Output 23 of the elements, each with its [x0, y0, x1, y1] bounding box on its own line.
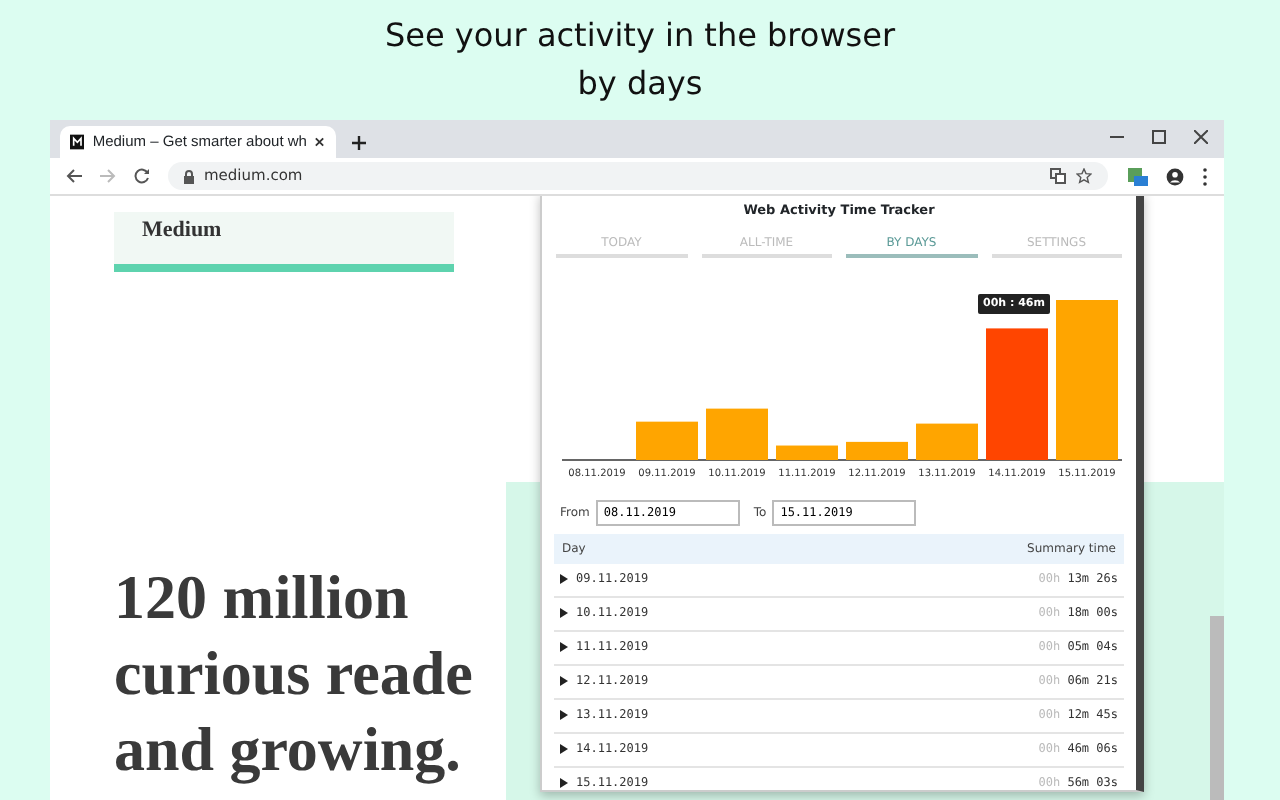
- close-icon[interactable]: [1194, 129, 1208, 143]
- close-icon[interactable]: [314, 136, 326, 148]
- expand-icon[interactable]: [560, 574, 568, 585]
- site-logo: Medium: [114, 212, 454, 272]
- profile-icon[interactable]: [1166, 167, 1184, 185]
- expand-icon[interactable]: [560, 608, 568, 619]
- caption: See your activity in the browser by days: [382, 14, 898, 106]
- extension-icon[interactable]: [1126, 165, 1148, 187]
- lock-icon: [184, 169, 194, 183]
- expand-icon[interactable]: [560, 642, 568, 653]
- maximize-icon[interactable]: [1152, 129, 1166, 143]
- headline: 120 million curious reade and growing.: [114, 560, 473, 788]
- menu-icon[interactable]: [1202, 167, 1208, 185]
- reload-icon[interactable]: [134, 168, 150, 184]
- back-icon[interactable]: [66, 168, 82, 184]
- scrollbar[interactable]: [1210, 616, 1224, 800]
- star-icon[interactable]: [1076, 168, 1092, 184]
- expand-icon[interactable]: [560, 676, 568, 687]
- expand-icon[interactable]: [560, 744, 568, 755]
- site-logo-icon: [70, 134, 85, 150]
- expand-icon[interactable]: [560, 778, 568, 789]
- new-tab-icon[interactable]: [352, 136, 366, 150]
- expand-icon[interactable]: [560, 710, 568, 721]
